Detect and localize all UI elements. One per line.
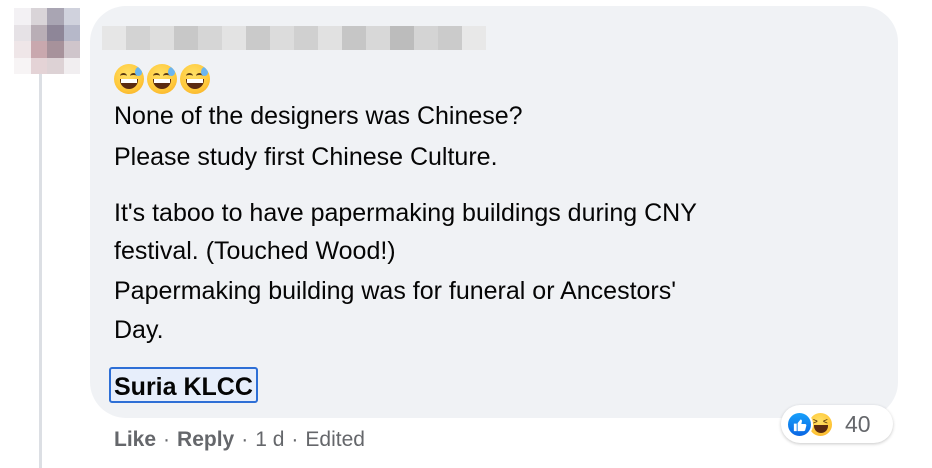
grinning-sweat-icon [114,64,144,94]
thread-line [39,74,42,468]
emoji-row [114,64,210,94]
reaction-count: 40 [845,411,871,437]
like-icon [786,411,813,438]
comment-text-line: Papermaking building was for funeral or … [114,277,677,305]
page-tag-link[interactable]: Suria KLCC [109,367,258,403]
commenter-name-blurred[interactable] [102,26,486,50]
comment-text-line: Day. [114,316,164,344]
comment-text-line: None of the designers was Chinese? [114,102,523,130]
grinning-sweat-icon [147,64,177,94]
comment-text-line: It's taboo to have papermaking buildings… [114,199,697,227]
avatar[interactable] [14,8,80,74]
separator: · [163,428,171,451]
comment-thread: None of the designers was Chinese? Pleas… [0,0,932,468]
like-link[interactable]: Like [114,428,156,451]
reply-link[interactable]: Reply [177,428,234,451]
comment-text-line: festival. (Touched Wood!) [114,237,396,265]
comment-text-line: Please study first Chinese Culture. [114,143,498,171]
edited-label[interactable]: Edited [305,428,365,451]
separator: · [291,428,299,451]
separator: · [241,428,249,451]
comment-actions: Like · Reply · 1 d · Edited [114,425,365,455]
timestamp-link[interactable]: 1 d [255,428,284,451]
reactions-summary[interactable]: > < 40 [781,405,893,443]
grinning-sweat-icon [180,64,210,94]
